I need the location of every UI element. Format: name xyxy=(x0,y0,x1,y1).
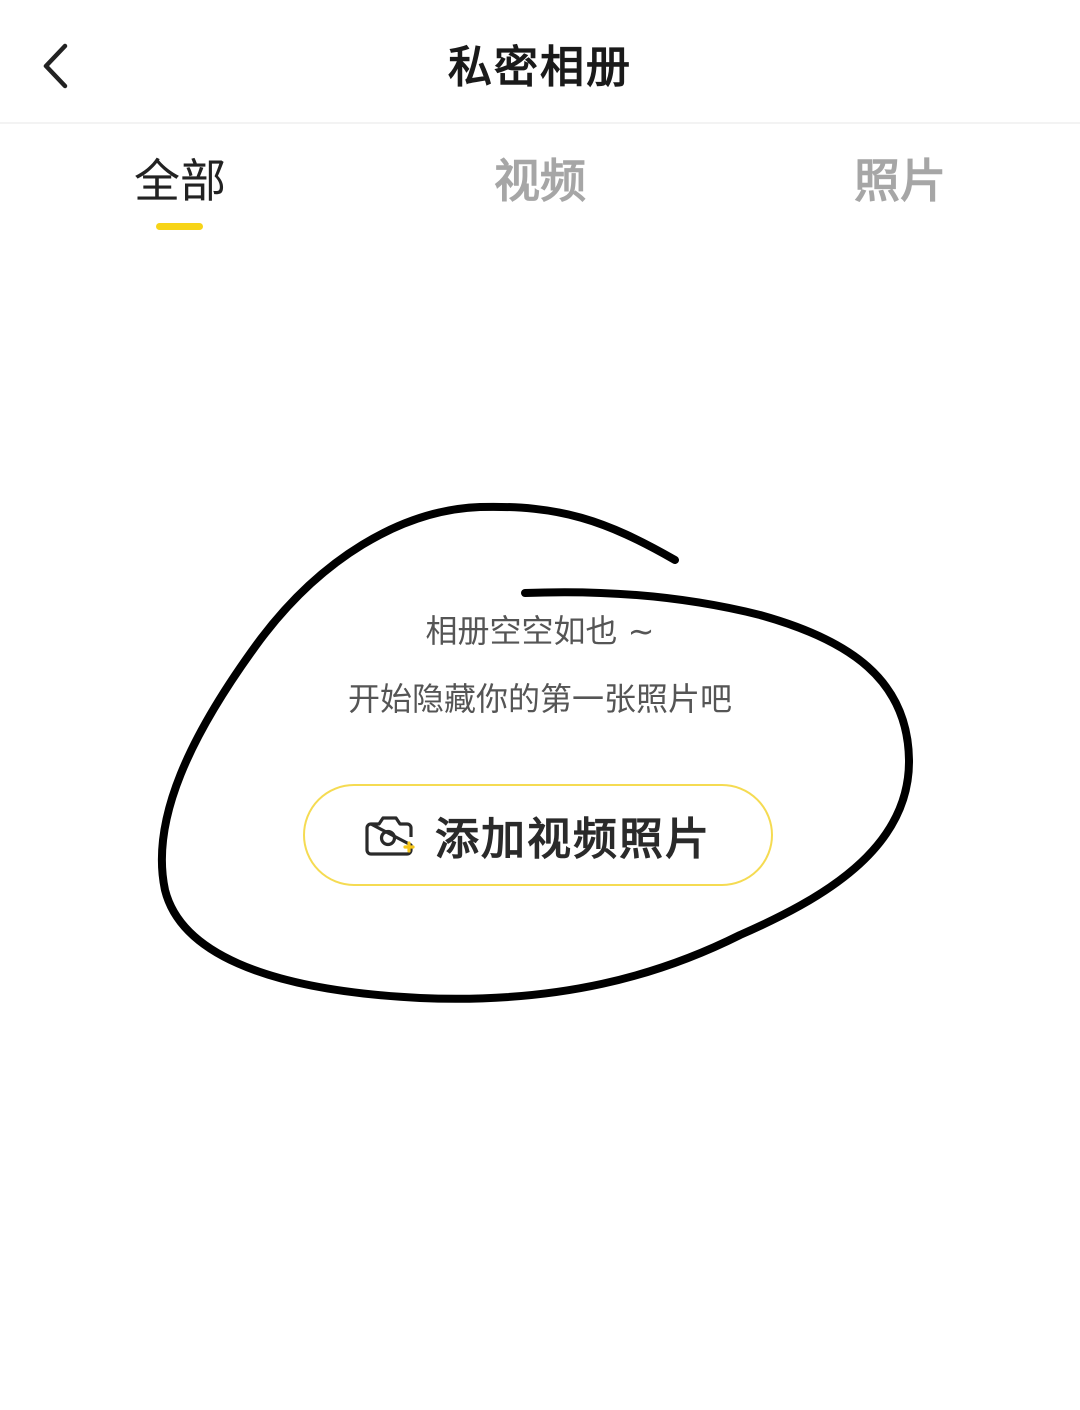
add-media-button[interactable]: 添加视频照片 xyxy=(303,784,773,886)
page-title: 私密相册 xyxy=(448,42,632,93)
tab-photos[interactable]: 照片 xyxy=(800,150,1000,212)
tab-videos[interactable]: 视频 xyxy=(440,150,640,212)
header-bar: 私密相册 xyxy=(0,0,1080,124)
active-tab-indicator xyxy=(156,223,203,230)
empty-state-title: 相册空空如也 ~ xyxy=(425,612,655,650)
tab-bar: 全部 视频 照片 xyxy=(0,124,1080,254)
private-album-screen: 私密相册 全部 视频 照片 相册空空如也 ~ 开始隐藏你的第一张照片吧 添加视频… xyxy=(0,0,1080,1410)
camera-add-icon xyxy=(365,812,415,858)
add-media-button-label: 添加视频照片 xyxy=(435,814,711,865)
tab-all[interactable]: 全部 xyxy=(80,150,280,212)
empty-state-subtitle: 开始隐藏你的第一张照片吧 xyxy=(347,680,732,718)
